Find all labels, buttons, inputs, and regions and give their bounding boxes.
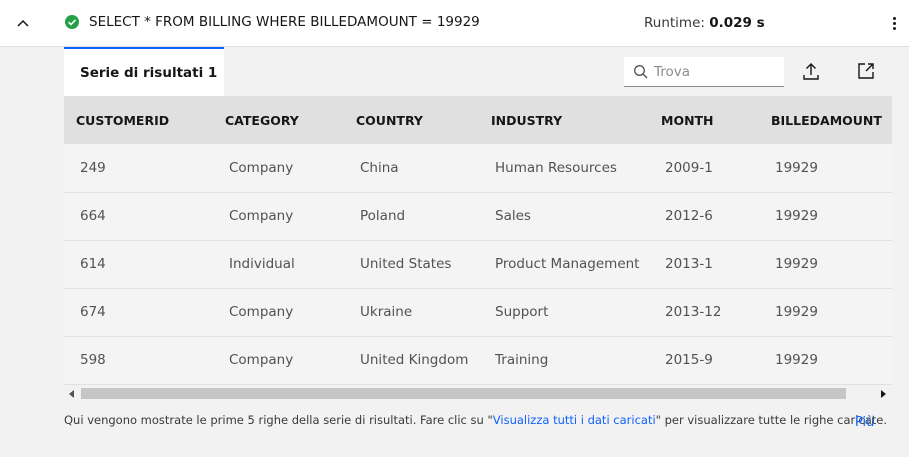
- query-text: SELECT * FROM BILLING WHERE BILLEDAMOUNT…: [89, 14, 480, 30]
- search-input[interactable]: [654, 61, 778, 83]
- column-header[interactable]: MONTH: [649, 96, 759, 144]
- table-cell: China: [360, 159, 399, 176]
- table-cell: Product Management: [495, 256, 640, 272]
- runtime-value: 0.029 s: [709, 15, 765, 31]
- tab-label: Serie di risultati 1: [80, 65, 218, 81]
- tab-result-set-1[interactable]: Serie di risultati 1: [64, 47, 224, 96]
- table-row: 614 Individual United States Product Man…: [64, 240, 892, 288]
- success-check-icon: [64, 14, 80, 30]
- table-cell: 19929: [775, 208, 818, 224]
- table-cell: United Kingdom: [360, 352, 469, 368]
- table-cell: Company: [229, 352, 294, 368]
- results-table: CUSTOMERID CATEGORY COUNTRY INDUSTRY MON…: [64, 96, 892, 385]
- footer-note-text: Qui vengono mostrate le prime 5 righe de…: [64, 413, 493, 427]
- table-cell: 19929: [775, 304, 818, 320]
- table-cell: Company: [229, 159, 294, 176]
- scroll-left-icon[interactable]: [67, 389, 77, 399]
- results-table-container: CUSTOMERID CATEGORY COUNTRY INDUSTRY MON…: [64, 96, 892, 384]
- column-header[interactable]: BILLEDAMOUNT: [759, 96, 892, 144]
- table-cell: Human Resources: [495, 159, 617, 176]
- runtime-label: Runtime:: [644, 15, 705, 31]
- runtime: Runtime: 0.029 s: [644, 15, 765, 31]
- table-cell: Ukraine: [360, 304, 413, 320]
- horizontal-scrollbar[interactable]: [64, 385, 892, 402]
- table-cell: 19929: [775, 159, 818, 176]
- table-cell: Training: [495, 352, 549, 368]
- table-cell: 2013-1: [665, 256, 713, 272]
- table-cell: 674: [80, 304, 106, 320]
- table-header-row: CUSTOMERID CATEGORY COUNTRY INDUSTRY MON…: [64, 96, 892, 144]
- table-row: 598 Company United Kingdom Training 2015…: [64, 336, 892, 384]
- table-cell: 614: [80, 256, 106, 272]
- upload-icon[interactable]: [800, 60, 822, 82]
- table-row: 249 Company China Human Resources 2009-1…: [64, 144, 892, 192]
- launch-icon[interactable]: [855, 60, 877, 82]
- search-icon: [633, 64, 649, 80]
- footer-note: Qui vengono mostrate le prime 5 righe de…: [64, 413, 887, 427]
- table-cell: Sales: [495, 208, 531, 224]
- column-header[interactable]: COUNTRY: [344, 96, 479, 144]
- table-cell: 2009-1: [665, 159, 713, 176]
- scroll-right-icon[interactable]: [878, 389, 888, 399]
- column-header[interactable]: INDUSTRY: [479, 96, 649, 144]
- table-cell: Individual: [229, 256, 295, 272]
- table-cell: Support: [495, 304, 549, 320]
- result-header: SELECT * FROM BILLING WHERE BILLEDAMOUNT…: [0, 0, 909, 47]
- table-cell: Poland: [360, 208, 406, 224]
- table-cell: 2012-6: [665, 208, 713, 224]
- chevron-up-icon[interactable]: [14, 14, 32, 32]
- column-header[interactable]: CUSTOMERID: [64, 96, 213, 144]
- table-cell: 19929: [775, 256, 818, 272]
- footer-note-text-end: " per visualizzare tutte le righe carica…: [655, 413, 888, 427]
- overflow-menu-icon[interactable]: [885, 14, 903, 32]
- search-box[interactable]: [624, 57, 784, 87]
- table-cell: Company: [229, 208, 294, 224]
- scroll-thumb[interactable]: [81, 388, 846, 399]
- table-cell: 598: [80, 352, 106, 368]
- table-cell: 2015-9: [665, 352, 713, 368]
- table-cell: 664: [80, 208, 106, 224]
- table-cell: 19929: [775, 352, 818, 368]
- table-cell: 2013-12: [665, 304, 722, 320]
- table-row: 664 Company Poland Sales 2012-6 19929: [64, 192, 892, 240]
- table-cell: United States: [360, 256, 452, 272]
- table-row: 674 Company Ukraine Support 2013-12 1992…: [64, 288, 892, 336]
- more-link[interactable]: Più: [855, 415, 874, 430]
- view-all-data-link[interactable]: Visualizza tutti i dati caricati: [493, 413, 656, 427]
- column-header[interactable]: CATEGORY: [213, 96, 344, 144]
- table-cell: Company: [229, 304, 294, 320]
- table-cell: 249: [80, 159, 106, 176]
